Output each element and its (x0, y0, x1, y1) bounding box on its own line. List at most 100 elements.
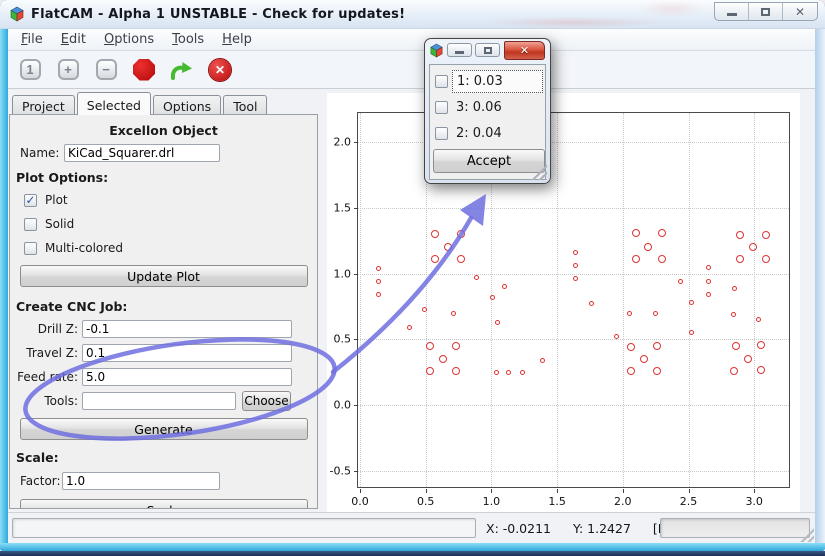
tab-selected[interactable]: Selected (77, 92, 151, 115)
tab-options[interactable]: Options (153, 95, 221, 115)
x-tick-label: 0.0 (351, 495, 369, 508)
drill-hole-marker (644, 243, 652, 251)
replot-arrow-icon (170, 59, 194, 81)
generate-button[interactable]: Generate (20, 418, 308, 440)
menu-help[interactable]: Help (213, 30, 261, 49)
x-tick-label: 2.0 (614, 495, 632, 508)
plot-axes: 0.00.51.01.52.02.53.0-0.50.00.51.01.52.0 (357, 112, 790, 488)
scale-heading: Scale: (16, 450, 317, 465)
plot-options-heading: Plot Options: (16, 170, 317, 185)
tool-label[interactable]: 2: 0.04 (452, 123, 543, 144)
name-row: Name: (20, 143, 317, 163)
dialog-title-bar[interactable]: ✕ (425, 39, 550, 61)
tool-checkbox[interactable] (435, 101, 448, 114)
accept-button[interactable]: Accept (433, 149, 545, 173)
stop-icon (133, 59, 155, 81)
tab-tool[interactable]: Tool (223, 95, 267, 115)
drill-hole-marker (457, 230, 465, 238)
drill-hole-marker (407, 325, 412, 330)
travel-z-input[interactable] (82, 344, 292, 362)
choose-button[interactable]: Choose (242, 391, 291, 411)
x-tick-label: 0.5 (417, 495, 435, 508)
drill-hole-marker (452, 367, 460, 375)
x-tick (360, 489, 361, 493)
option-row: ✓Plot (24, 191, 317, 209)
tools-input[interactable] (82, 392, 236, 410)
dialog-close-button[interactable]: ✕ (504, 41, 545, 60)
clear-button[interactable]: ✕ (206, 56, 234, 84)
scale-button[interactable]: Scale (20, 499, 308, 509)
travel-z-row: Travel Z: (10, 344, 317, 362)
stop-button[interactable] (130, 56, 158, 84)
checkbox-multi-colored[interactable] (24, 242, 37, 255)
menu-options[interactable]: Options (95, 30, 163, 49)
y-tick-label: 0.5 (334, 333, 352, 346)
checkbox-plot[interactable]: ✓ (24, 194, 37, 207)
window-border-left (0, 29, 8, 543)
drill-hole-marker (731, 312, 736, 317)
dialog-maximize-button[interactable] (475, 43, 500, 57)
name-input[interactable] (64, 144, 220, 162)
drill-hole-marker (431, 255, 439, 263)
drill-hole-marker (762, 255, 770, 263)
feed-rate-input[interactable] (82, 368, 292, 386)
replot-button[interactable] (168, 56, 196, 84)
drill-hole-marker (614, 334, 619, 339)
menu-file[interactable]: File (12, 30, 52, 49)
maximize-button[interactable] (749, 3, 783, 20)
gridline-v (360, 113, 361, 487)
minimize-button[interactable] (715, 3, 749, 20)
feed-rate-label: Feed rate: (10, 370, 78, 384)
drill-hole-marker (426, 342, 434, 350)
tool-checkbox[interactable] (435, 127, 448, 140)
factor-input[interactable] (62, 472, 220, 490)
tool-label[interactable]: 1: 0.03 (452, 70, 543, 93)
drill-hole-marker (573, 250, 578, 255)
travel-z-label: Travel Z: (10, 346, 78, 360)
drill-hole-marker (439, 355, 447, 363)
status-message-box (12, 518, 476, 538)
tab-project[interactable]: Project (12, 95, 75, 115)
tab-bar: ProjectSelectedOptionsTool (12, 92, 269, 115)
main-window: FlatCAM - Alpha 1 UNSTABLE - Check for u… (0, 0, 825, 551)
drill-hole-marker (506, 370, 511, 375)
factor-label: Factor: (20, 474, 62, 488)
tools-label: Tools: (10, 394, 78, 408)
drill-hole-marker (573, 263, 578, 268)
window-border-right (815, 29, 825, 543)
y-tick-label: 0.0 (334, 399, 352, 412)
zoom-in-button[interactable]: + (54, 56, 82, 84)
flatcam-icon (9, 6, 25, 22)
update-plot-button[interactable]: Update Plot (20, 265, 308, 287)
checkbox-solid[interactable] (24, 218, 37, 231)
zoom-out-button[interactable]: − (92, 56, 120, 84)
menu-edit[interactable]: Edit (52, 30, 95, 49)
tool-select-dialog: ✕ 1: 0.03 3: 0.06 2: 0.04 Accept (424, 38, 551, 184)
coord-y: Y: 1.2427 (573, 521, 631, 536)
flatcam-icon (429, 43, 444, 58)
drill-z-input[interactable] (82, 320, 292, 338)
maximize-icon (761, 8, 770, 16)
title-bar[interactable]: FlatCAM - Alpha 1 UNSTABLE - Check for u… (0, 0, 825, 29)
drill-hole-marker (658, 255, 666, 263)
tool-checkbox[interactable] (435, 75, 448, 88)
drill-hole-marker (573, 276, 578, 281)
progress-bar (660, 518, 810, 538)
dialog-tool-row: 2: 0.04 (433, 120, 543, 146)
dialog-minimize-button[interactable] (447, 43, 472, 57)
panel-title: Excellon Object (10, 123, 317, 138)
drill-hole-marker (736, 255, 744, 263)
drill-hole-marker (422, 307, 427, 312)
drill-hole-marker (627, 367, 635, 375)
dialog-body: 1: 0.03 3: 0.06 2: 0.04 Accept (429, 64, 546, 180)
close-button[interactable]: ✕ (783, 3, 817, 20)
tool-label[interactable]: 3: 0.06 (452, 97, 543, 118)
drill-hole-marker (627, 343, 635, 351)
drill-hole-marker (757, 341, 765, 349)
drill-hole-marker (749, 243, 757, 251)
plot-canvas[interactable]: 0.00.51.01.52.02.53.0-0.50.00.51.01.52.0 (327, 93, 800, 512)
zoom-fit-button[interactable]: 1 (16, 56, 44, 84)
drill-hole-marker (457, 255, 465, 263)
status-bar: X: -0.0211Y: 1.2427[IN] (8, 512, 815, 543)
menu-tools[interactable]: Tools (163, 30, 213, 49)
